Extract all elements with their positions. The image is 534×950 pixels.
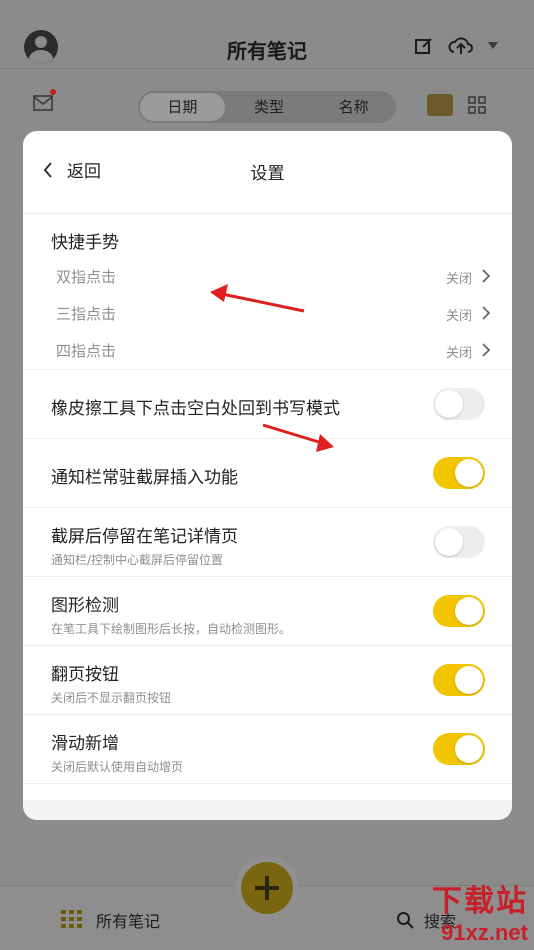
setting-row-shape-detect: 图形检测 在笔工具下绘制图形后长按，自动检测图形。 <box>23 577 512 646</box>
dialog-footer <box>23 800 512 820</box>
notification-dot <box>50 89 56 95</box>
gesture-label: 双指点击 <box>56 268 117 286</box>
gesture-value: 关闭 <box>445 346 472 361</box>
toggle-knob <box>455 459 483 487</box>
setting-title: 图形检测 <box>51 596 119 616</box>
sort-tab-name[interactable]: 名称 <box>311 91 396 123</box>
gesture-value: 关闭 <box>445 272 472 287</box>
dialog-header: 返回 设置 <box>23 131 512 214</box>
setting-title: 截屏后停留在笔记详情页 <box>51 527 238 547</box>
setting-row-page-button: 翻页按钮 关闭后不显示翻页按钮 <box>23 646 512 715</box>
setting-description: 关闭后默认使用自动增页 <box>51 760 184 774</box>
treasure-chest-icon[interactable] <box>427 94 453 116</box>
toggle-knob <box>435 528 463 556</box>
toggle-knob <box>455 735 483 763</box>
chevron-right-icon <box>482 306 490 320</box>
setting-row-stay-on-detail: 截屏后停留在笔记详情页 通知栏/控制中心截屏后停留位置 <box>23 508 512 577</box>
gesture-label: 三指点击 <box>56 305 117 323</box>
setting-description: 在笔工具下绘制图形后长按，自动检测图形。 <box>51 622 292 636</box>
gesture-value: 关闭 <box>445 309 472 324</box>
dialog-title: 设置 <box>250 164 285 184</box>
dropdown-triangle-icon[interactable] <box>488 42 498 50</box>
search-icon <box>397 912 414 929</box>
top-bar: 所有笔记 <box>0 0 534 69</box>
setting-title: 滑动新增 <box>51 734 119 754</box>
setting-toggle[interactable] <box>433 388 485 420</box>
mail-icon[interactable] <box>33 95 53 111</box>
setting-row-eraser-return: 橡皮擦工具下点击空白处回到书写模式 <box>23 370 512 439</box>
add-note-button[interactable] <box>241 862 293 914</box>
gesture-three-finger-row[interactable]: 三指点击 关闭 <box>23 295 512 332</box>
gesture-group-title: 快捷手势 <box>51 233 119 253</box>
gesture-label: 四指点击 <box>56 342 117 360</box>
chevron-right-icon <box>482 269 490 283</box>
top-actions <box>414 36 498 56</box>
setting-row-swipe-add: 滑动新增 关闭后默认使用自动增页 <box>23 715 512 784</box>
sort-segmented-control: 日期 类型 名称 <box>138 91 396 123</box>
all-notes-grid-icon <box>61 910 82 928</box>
setting-title: 通知栏常驻截屏插入功能 <box>51 468 238 488</box>
setting-title: 橡皮擦工具下点击空白处回到书写模式 <box>51 399 340 419</box>
watermark-logo: 下载站 91xz.net <box>432 876 528 946</box>
watermark-line1: 下载站 <box>432 885 528 918</box>
setting-toggle[interactable] <box>433 595 485 627</box>
toggle-knob <box>455 597 483 625</box>
setting-toggle[interactable] <box>433 457 485 489</box>
watermark-line2: 91xz.net <box>441 920 528 945</box>
setting-row-screenshot-insert: 通知栏常驻截屏插入功能 <box>23 439 512 508</box>
setting-toggle[interactable] <box>433 733 485 765</box>
chevron-right-icon <box>482 343 490 357</box>
toggle-knob <box>435 390 463 418</box>
grid-view-icon[interactable] <box>468 96 486 114</box>
sort-tab-date[interactable]: 日期 <box>140 93 225 121</box>
edit-icon[interactable] <box>414 36 434 56</box>
setting-description: 关闭后不显示翻页按钮 <box>51 691 172 705</box>
gesture-two-finger-row[interactable]: 双指点击 关闭 <box>23 258 512 295</box>
cloud-sync-icon[interactable] <box>448 36 474 56</box>
gesture-group: 快捷手势 双指点击 关闭 三指点击 关闭 四指点击 关闭 <box>23 214 512 370</box>
setting-title: 翻页按钮 <box>51 665 119 685</box>
sort-tab-type[interactable]: 类型 <box>227 91 312 123</box>
gesture-four-finger-row[interactable]: 四指点击 关闭 <box>23 332 512 369</box>
all-notes-tab[interactable]: 所有笔记 <box>96 908 160 932</box>
settings-dialog: 返回 设置 快捷手势 双指点击 关闭 三指点击 关闭 四指点击 关闭 橡皮擦工具… <box>23 131 512 820</box>
setting-description: 通知栏/控制中心截屏后停留位置 <box>51 553 224 567</box>
setting-toggle[interactable] <box>433 526 485 558</box>
setting-toggle[interactable] <box>433 664 485 696</box>
toggle-knob <box>455 666 483 694</box>
